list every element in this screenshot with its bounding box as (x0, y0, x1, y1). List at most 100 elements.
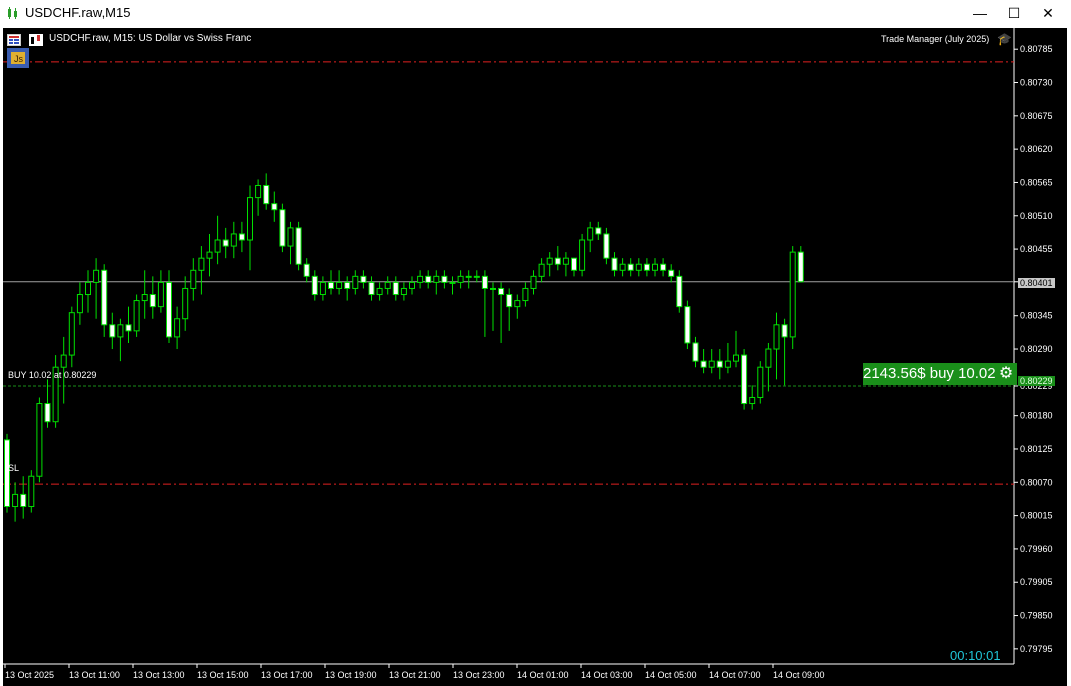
candle-body (400, 287, 407, 296)
candle-body (319, 281, 326, 296)
candle-body (247, 197, 253, 241)
price-tick-label: 0.80620 (1020, 144, 1053, 154)
candle-body (166, 281, 172, 338)
candle-body (635, 263, 642, 271)
candle-body (554, 257, 561, 265)
candle-body (789, 251, 796, 338)
candle-body (328, 281, 334, 289)
candle-body (433, 275, 440, 283)
price-tick-label: 0.80455 (1020, 244, 1053, 254)
candle-body (376, 287, 383, 296)
candle-body (595, 227, 602, 235)
time-tick-label: 13 Oct 13:00 (133, 670, 185, 680)
candle-body (522, 287, 529, 302)
candle-body (133, 300, 140, 332)
candle-body (684, 306, 691, 344)
candle-body (117, 324, 124, 338)
price-tick-label: 0.80180 (1020, 411, 1053, 421)
price-tick-label: 0.80015 (1020, 511, 1053, 521)
candle-body (109, 324, 116, 338)
candle-body (12, 493, 19, 508)
minimize-button[interactable]: — (963, 0, 997, 27)
candle-body (797, 251, 804, 283)
price-tick-label: 0.79905 (1020, 577, 1053, 587)
time-tick-label: 13 Oct 11:00 (69, 670, 120, 680)
candle-body (182, 287, 189, 320)
time-tick-label: 13 Oct 17:00 (261, 670, 313, 680)
time-tick-label: 13 Oct 15:00 (197, 670, 249, 680)
candle-body (214, 239, 221, 253)
candle-body (692, 342, 699, 362)
candle-body (206, 251, 213, 259)
candle-body (457, 275, 464, 283)
candle-body (295, 227, 302, 265)
price-tick-label: 0.79795 (1020, 644, 1053, 654)
price-tick-label: 0.80730 (1020, 78, 1053, 88)
price-tick-label: 0.79960 (1020, 544, 1053, 554)
candle-body (757, 366, 764, 398)
candle-body (643, 263, 650, 271)
expert-advisor-icon[interactable]: Js (7, 48, 29, 68)
candle-body (174, 318, 181, 338)
candle-body (619, 263, 626, 271)
candle-body (287, 227, 294, 247)
candle-body (360, 275, 367, 283)
price-tick-label: 0.80070 (1020, 477, 1053, 487)
candle-body (222, 239, 229, 247)
candle-body (44, 403, 51, 423)
time-tick-label: 13 Oct 19:00 (325, 670, 377, 680)
position-profit-text: 2143.56$ buy 10.02 (863, 365, 996, 382)
entry-price-tag: 0.80229 (1018, 376, 1055, 386)
candle-body (60, 354, 67, 368)
candle-body (28, 475, 35, 508)
candle-body (579, 239, 586, 271)
time-tick-label: 13 Oct 23:00 (453, 670, 505, 680)
time-tick-label: 14 Oct 09:00 (773, 670, 825, 680)
candle-body (4, 439, 10, 508)
candle-body (336, 281, 343, 289)
window-titlebar: USDCHF.raw,M15 — ☐ ✕ (0, 0, 1071, 27)
candle-body (230, 233, 237, 247)
candle-body (587, 227, 594, 241)
candle-body (409, 281, 415, 289)
candle-body (141, 294, 148, 302)
price-tick-label: 0.80290 (1020, 344, 1053, 354)
candle-body (417, 275, 424, 283)
time-tick-label: 14 Oct 03:00 (581, 670, 633, 680)
chart-menu-icon[interactable] (7, 34, 21, 46)
candle-body (562, 257, 569, 265)
candle-body (490, 287, 496, 290)
price-tick-label: 0.80510 (1020, 211, 1053, 221)
price-tick-label: 0.80675 (1020, 111, 1053, 121)
candle-body (263, 184, 270, 205)
candle-body (125, 324, 132, 332)
candle-body (68, 312, 75, 356)
candle-body (384, 281, 391, 289)
maximize-button[interactable]: ☐ (997, 0, 1031, 27)
price-tick-label: 0.80565 (1020, 177, 1053, 187)
candle-body (85, 281, 91, 296)
chart-area[interactable]: 0.80785 0.80730 0.80675 0.80620 0.80565 0.805… (3, 28, 1067, 686)
time-tick-label: 13 Oct 21:00 (389, 670, 441, 680)
graduation-cap-icon: 🎓 (997, 32, 1012, 46)
candle-body (481, 275, 488, 289)
chart-type-icon[interactable] (29, 34, 43, 46)
candle-body (238, 233, 245, 241)
price-chart[interactable]: 0.80785 0.80730 0.80675 0.80620 0.80565 0.805… (3, 28, 1067, 686)
chart-symbol-header: USDCHF.raw, M15: US Dollar vs Swiss Fran… (49, 33, 252, 44)
candle-body (571, 257, 577, 271)
candle-body (279, 209, 286, 247)
position-profit-badge[interactable]: 2143.56$ buy 10.02 ⚙ (863, 363, 1017, 385)
candle-body (749, 396, 756, 405)
gear-icon[interactable]: ⚙ (997, 365, 1015, 383)
current-price-tag: 0.80401 (1018, 278, 1055, 288)
candle-body (303, 263, 310, 277)
candle-body (465, 275, 472, 278)
candle-body (149, 294, 156, 308)
price-tick-label: 0.79850 (1020, 611, 1053, 621)
candle-body (781, 324, 788, 338)
price-tick-label: 0.80785 (1020, 44, 1053, 54)
candle-timer: 00:10:01 (950, 648, 1001, 663)
close-button[interactable]: ✕ (1031, 0, 1065, 27)
candle-body (392, 281, 399, 296)
